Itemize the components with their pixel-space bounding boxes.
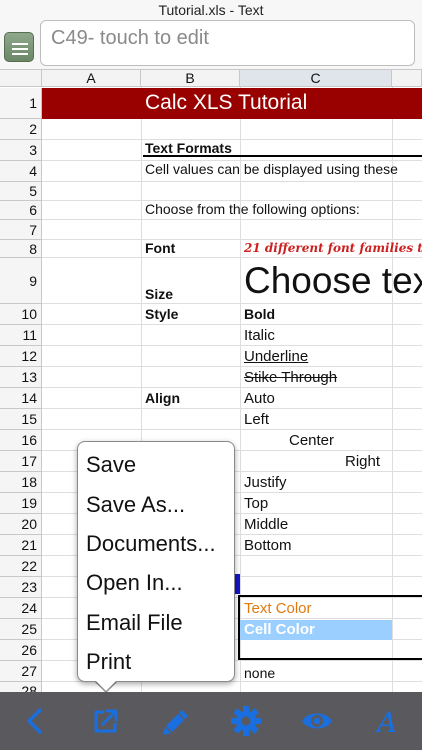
- grid-row-line: [42, 219, 422, 220]
- eye-icon[interactable]: [300, 704, 334, 738]
- size-label[interactable]: Size: [145, 286, 173, 302]
- menu-item-save[interactable]: Save: [86, 452, 136, 478]
- right-cell[interactable]: Right: [345, 453, 380, 470]
- selection-marker: [235, 574, 240, 594]
- menu-item-open-in[interactable]: Open In...: [86, 570, 183, 596]
- none-cell[interactable]: none: [244, 665, 275, 681]
- grid-row-line: [42, 139, 422, 140]
- back-chevron-icon[interactable]: [18, 704, 52, 738]
- row-header[interactable]: 1: [0, 88, 42, 119]
- top-cell[interactable]: Top: [244, 495, 268, 512]
- pencil-icon[interactable]: [158, 704, 192, 738]
- font-label[interactable]: Font: [145, 240, 175, 256]
- row-header[interactable]: 10: [0, 304, 42, 325]
- middle-cell[interactable]: Middle: [244, 516, 288, 533]
- row-header[interactable]: 11: [0, 325, 42, 346]
- left-cell[interactable]: Left: [244, 411, 269, 428]
- column-header-a[interactable]: A: [42, 70, 141, 87]
- share-icon[interactable]: [89, 704, 123, 738]
- corner-header[interactable]: [0, 70, 42, 87]
- grid-row-line: [42, 387, 422, 388]
- row-header[interactable]: 6: [0, 201, 42, 220]
- strike-cell[interactable]: Stike Through: [244, 369, 337, 386]
- gear-icon[interactable]: [229, 704, 263, 738]
- center-cell[interactable]: Center: [289, 432, 334, 449]
- row-header[interactable]: 20: [0, 514, 42, 535]
- row-header[interactable]: 26: [0, 640, 42, 661]
- row-header[interactable]: 7: [0, 220, 42, 240]
- row-header[interactable]: 19: [0, 493, 42, 514]
- menu-item-save-as[interactable]: Save As...: [86, 492, 185, 518]
- window-title: Tutorial.xls - Text: [0, 0, 422, 20]
- size-value[interactable]: Choose tex: [244, 260, 422, 302]
- style-label[interactable]: Style: [145, 306, 178, 322]
- row-header[interactable]: 17: [0, 451, 42, 472]
- justify-cell[interactable]: Justify: [244, 474, 287, 491]
- menu-item-print[interactable]: Print: [86, 649, 131, 675]
- column-header-d[interactable]: [392, 70, 422, 87]
- row-header[interactable]: 16: [0, 430, 42, 451]
- row-header[interactable]: 4: [0, 161, 42, 182]
- sheet-title[interactable]: Calc XLS Tutorial: [145, 91, 307, 115]
- row-header[interactable]: 18: [0, 472, 42, 493]
- row-header[interactable]: 15: [0, 409, 42, 430]
- italic-cell[interactable]: Italic: [244, 327, 275, 344]
- grid-row-line: [42, 257, 422, 258]
- grid-row-line: [42, 366, 422, 367]
- bold-cell[interactable]: Bold: [244, 306, 275, 322]
- grid-row-line: [42, 408, 422, 409]
- row-header[interactable]: 21: [0, 535, 42, 556]
- row-header[interactable]: 25: [0, 619, 42, 640]
- menu-item-documents[interactable]: Documents...: [86, 531, 216, 557]
- align-label[interactable]: Align: [145, 390, 180, 406]
- grid-row-line: [42, 239, 422, 240]
- row-header[interactable]: 5: [0, 182, 42, 201]
- bottom-toolbar: A: [0, 692, 422, 750]
- underline-cell[interactable]: Underline: [244, 348, 308, 365]
- description-cell[interactable]: Cell values can be displayed using these: [145, 161, 398, 177]
- text-color-cell[interactable]: Text Color: [244, 600, 312, 617]
- font-value[interactable]: 21 different font families t: [244, 241, 422, 255]
- popup-pointer: [95, 680, 117, 691]
- row-header[interactable]: 27: [0, 661, 42, 682]
- bottom-cell[interactable]: Bottom: [244, 537, 292, 554]
- menu-button[interactable]: [4, 32, 34, 62]
- row-header[interactable]: 23: [0, 577, 42, 598]
- grid-row-line: [42, 345, 422, 346]
- auto-cell[interactable]: Auto: [244, 390, 275, 407]
- cell-color-cell[interactable]: Cell Color: [240, 620, 392, 640]
- edit-bar: C49- touch to edit: [0, 20, 422, 70]
- row-header[interactable]: 24: [0, 598, 42, 619]
- svg-text:A: A: [374, 706, 397, 736]
- row-header[interactable]: 2: [0, 119, 42, 140]
- row-header[interactable]: 8: [0, 240, 42, 258]
- row-header[interactable]: 13: [0, 367, 42, 388]
- grid-row-line: [42, 429, 422, 430]
- file-popup-menu: Save Save As... Documents... Open In... …: [77, 441, 235, 682]
- text-formats-heading[interactable]: Text Formats: [145, 140, 232, 156]
- cell-edit-input[interactable]: C49- touch to edit: [40, 20, 415, 66]
- row-header[interactable]: 9: [0, 258, 42, 304]
- row-header[interactable]: 14: [0, 388, 42, 409]
- column-header-c[interactable]: C: [240, 70, 392, 87]
- row-header[interactable]: 3: [0, 140, 42, 161]
- grid-row-line: [42, 324, 422, 325]
- heading-border: [143, 155, 422, 157]
- row-header[interactable]: 22: [0, 556, 42, 577]
- choose-options-cell[interactable]: Choose from the following options:: [145, 201, 360, 217]
- font-A-icon[interactable]: A: [370, 704, 404, 738]
- column-header-b[interactable]: B: [141, 70, 240, 87]
- menu-item-email-file[interactable]: Email File: [86, 610, 183, 636]
- row-header[interactable]: 12: [0, 346, 42, 367]
- grid-row-line: [42, 181, 422, 182]
- grid-row-line: [42, 303, 422, 304]
